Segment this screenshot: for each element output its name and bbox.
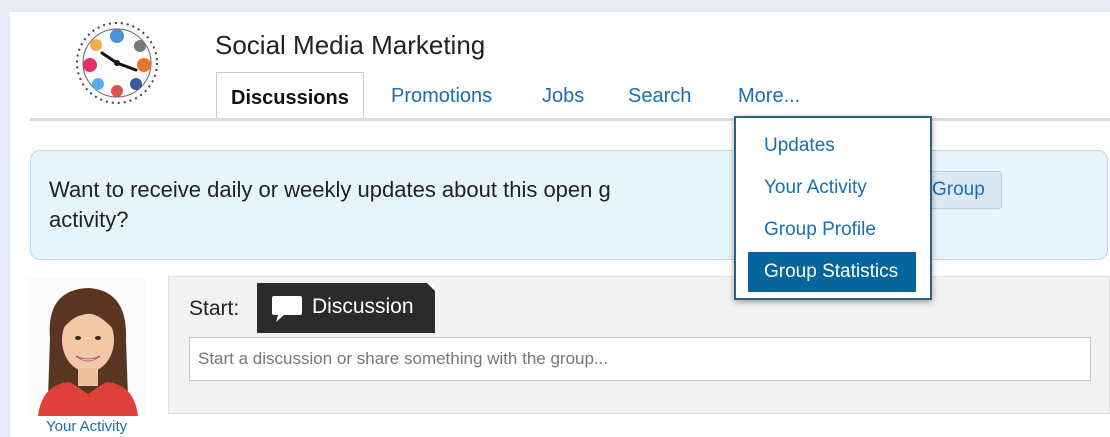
menu-item-your-activity[interactable]: Your Activity [748,168,916,208]
discussion-composer: Start: Discussion [168,276,1110,414]
notice-line-2: activity? [49,207,129,232]
tab-divider [30,118,1110,121]
tab-more[interactable]: More... [738,74,800,118]
notice-text: Want to receive daily or weekly updates … [49,175,709,235]
menu-item-group-statistics[interactable]: Group Statistics [748,252,916,292]
group-title[interactable]: Social Media Marketing [215,30,485,61]
clock-social-logo-icon [76,22,158,104]
your-activity-link[interactable]: Your Activity [46,418,127,435]
tab-search[interactable]: Search [628,74,691,118]
avatar[interactable] [28,278,146,416]
updates-notice: Want to receive daily or weekly updates … [30,150,1108,260]
group-page: Social Media Marketing Discussions Promo… [10,12,1110,437]
discussion-type-label: Discussion [312,295,414,318]
tab-promotions[interactable]: Promotions [391,74,492,118]
menu-item-group-profile[interactable]: Group Profile [748,210,916,250]
speech-bubble-icon [272,296,302,322]
tab-jobs[interactable]: Jobs [542,74,584,118]
more-dropdown-menu: Updates Your Activity Group Profile Grou… [734,116,932,300]
menu-item-updates[interactable]: Updates [748,126,916,166]
tab-discussions[interactable]: Discussions [216,72,364,121]
discussion-input[interactable] [189,337,1091,381]
discussion-type-button[interactable]: Discussion [257,283,435,333]
notice-line-1: Want to receive daily or weekly updates … [49,177,611,202]
badge-corner [427,283,435,291]
start-label: Start: [189,297,240,320]
